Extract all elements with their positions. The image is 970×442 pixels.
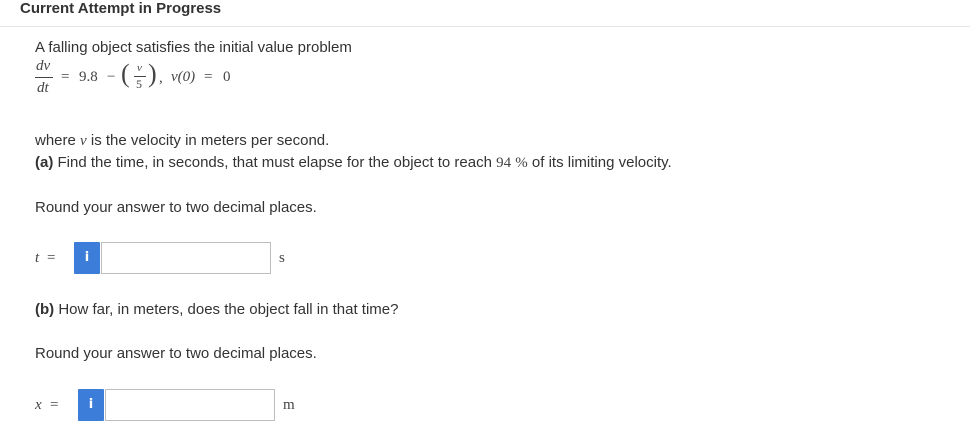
derivative-numerator: dv	[36, 58, 51, 74]
derivative-denominator: dt	[37, 80, 49, 96]
time-answer-input[interactable]	[101, 242, 271, 274]
t-equals: =	[47, 250, 56, 266]
time-unit: s	[279, 250, 285, 266]
part-b-round-note: Round your answer to two decimal places.	[35, 345, 317, 362]
percent-value: 94	[496, 155, 512, 171]
info-icon[interactable]: i	[74, 242, 100, 274]
equation-constant: 9.8	[79, 69, 98, 85]
initial-condition: v(0)	[171, 69, 196, 85]
part-a-question-text: Find the time, in seconds, that must ela…	[53, 154, 497, 171]
left-paren: (	[121, 59, 130, 88]
initial-equals: =	[204, 69, 213, 85]
initial-value: 0	[223, 69, 231, 85]
part-b-question-text: How far, in meters, does the object fall…	[54, 301, 399, 318]
page-title: Current Attempt in Progress	[20, 0, 222, 17]
percent-sign: %	[515, 155, 528, 171]
where-suffix: is the velocity in meters per second.	[86, 132, 330, 149]
t-variable-label: t	[35, 250, 40, 266]
fraction-denominator: 5	[136, 77, 142, 91]
part-b-label: (b)	[35, 301, 55, 318]
equation-equals: =	[61, 69, 70, 85]
part-a-question: (a) Find the time, in seconds, that must…	[35, 154, 672, 172]
where-prefix: where	[35, 132, 81, 149]
velocity-variable: v	[80, 133, 87, 149]
problem-intro: A falling object satisfies the initial v…	[35, 39, 352, 56]
equation-minus: −	[107, 69, 116, 85]
page-header: Current Attempt in Progress	[0, 0, 970, 27]
distance-unit: m	[283, 397, 295, 413]
distance-answer-input[interactable]	[105, 389, 275, 421]
equation-comma: ,	[159, 70, 163, 86]
derivative-fraction-bar	[35, 77, 53, 78]
right-paren: )	[148, 59, 157, 88]
fraction-numerator: v	[137, 62, 142, 74]
part-a-question-suffix: of its limiting velocity.	[527, 154, 672, 171]
part-a-label: (a)	[35, 154, 54, 171]
part-b-question: (b) How far, in meters, does the object …	[35, 301, 399, 318]
x-equals: =	[50, 397, 59, 413]
x-variable-label: x	[35, 397, 42, 413]
variable-description: where v is the velocity in meters per se…	[35, 132, 329, 150]
part-a-round-note: Round your answer to two decimal places.	[35, 199, 317, 216]
info-icon[interactable]: i	[78, 389, 104, 421]
